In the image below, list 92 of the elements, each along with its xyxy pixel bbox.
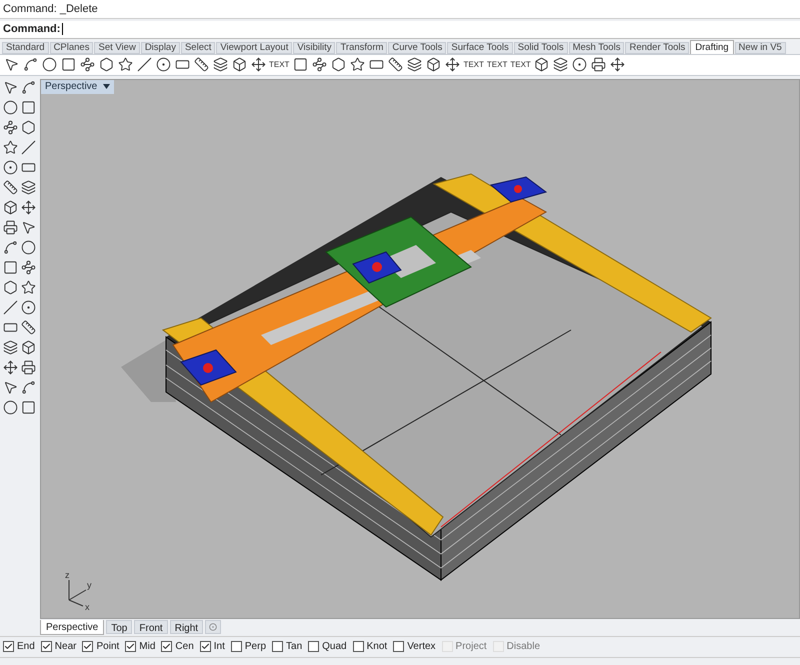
viewport-tab[interactable]: Front <box>134 620 168 634</box>
toolbar-tab[interactable]: Mesh Tools <box>568 42 624 54</box>
polyline-icon[interactable] <box>1 118 19 137</box>
viewport-tab[interactable]: Right <box>170 620 204 634</box>
osnap-label: Knot <box>366 640 388 654</box>
command-history: Command: _Delete <box>0 0 800 19</box>
osnap-label: Near <box>54 640 76 654</box>
viewport-name: Perspective <box>45 80 98 94</box>
move-icon[interactable] <box>1 358 19 377</box>
circle-icon[interactable] <box>1 398 19 417</box>
printer-icon[interactable] <box>590 56 608 74</box>
osnap-label: Project <box>456 640 487 654</box>
osnap-label: Cen <box>175 640 194 654</box>
toolbar-tab[interactable]: Solid Tools <box>514 42 568 54</box>
polyline-icon[interactable] <box>19 258 37 277</box>
command-prompt: Command: <box>3 22 60 38</box>
move-icon[interactable] <box>19 198 37 217</box>
ruler-icon[interactable] <box>192 56 210 74</box>
toolbar-tab[interactable]: Drafting <box>690 40 734 54</box>
layers-icon[interactable] <box>1 338 19 357</box>
layers-icon[interactable] <box>211 56 229 74</box>
move-icon[interactable] <box>608 56 627 74</box>
osnap-checkbox[interactable] <box>3 641 14 652</box>
center-circle-icon[interactable] <box>1 158 19 177</box>
line-icon[interactable] <box>19 138 37 157</box>
osnap-label: Vertex <box>407 640 436 654</box>
osnap-checkbox[interactable] <box>40 641 52 652</box>
circle-icon[interactable] <box>40 56 58 74</box>
viewport-title[interactable]: Perspective <box>41 80 114 94</box>
text-tool-button[interactable]: TEXT <box>486 56 508 74</box>
toolbar-tab[interactable]: Visibility <box>293 42 336 54</box>
polyline-icon[interactable] <box>78 56 96 74</box>
layers-icon[interactable] <box>19 178 37 197</box>
osnap-checkbox[interactable] <box>393 641 404 652</box>
osnap-label: Int <box>214 640 225 654</box>
text-tool-button[interactable]: TEXT <box>268 56 290 74</box>
center-circle-icon[interactable] <box>19 298 37 317</box>
toolbar-tab[interactable]: Select <box>180 42 216 54</box>
layers-icon[interactable] <box>552 56 570 74</box>
add-viewport-icon[interactable] <box>205 620 222 634</box>
text-cursor <box>62 23 64 36</box>
osnap-label: Point <box>96 640 120 654</box>
osnap-checkbox[interactable] <box>308 641 320 652</box>
osnap-checkbox[interactable] <box>161 641 172 652</box>
ruler-icon[interactable] <box>386 56 404 74</box>
move-icon[interactable] <box>443 56 462 74</box>
toolbar-tab[interactable]: Set View <box>94 42 140 54</box>
dropdown-icon[interactable] <box>103 84 110 90</box>
line-icon[interactable] <box>135 56 153 74</box>
axis-label: y <box>87 580 92 590</box>
osnap-checkbox[interactable] <box>272 641 284 652</box>
move-icon[interactable] <box>249 56 267 74</box>
axis-label: z <box>65 570 70 580</box>
axis-label: x <box>85 602 90 612</box>
line-icon[interactable] <box>1 298 19 317</box>
text-tool-button[interactable]: TEXT <box>509 56 532 74</box>
toolbar-tab[interactable]: Display <box>140 42 180 54</box>
toolbar-tab[interactable]: Render Tools <box>625 42 690 54</box>
axis-icon <box>68 579 86 606</box>
viewport-tab[interactable]: Top <box>106 620 132 634</box>
toolbar-tab[interactable]: Viewport Layout <box>216 42 292 54</box>
osnap-label: Perp <box>244 640 266 654</box>
toolbar-tab[interactable]: Surface Tools <box>447 42 513 54</box>
viewport[interactable]: Perspective z y x <box>40 78 800 619</box>
toolbar-tab[interactable]: New in V5 <box>734 42 786 54</box>
circle-icon[interactable] <box>19 238 37 257</box>
osnap-checkbox[interactable] <box>82 641 94 652</box>
circle-icon[interactable] <box>1 98 19 117</box>
command-line-field[interactable]: Command: <box>0 20 800 40</box>
osnap-checkbox[interactable] <box>200 641 211 652</box>
toolbar-tab[interactable]: CPlanes <box>50 42 94 54</box>
osnap-label: Mid <box>139 640 156 654</box>
toolbar-tab[interactable]: Curve Tools <box>388 42 446 54</box>
viewport-tab[interactable]: Perspective <box>40 620 104 635</box>
text-tool-button[interactable]: TEXT <box>462 56 485 74</box>
center-circle-icon[interactable] <box>154 56 172 74</box>
osnap-label: End <box>17 640 35 654</box>
toolbar-tab[interactable]: Transform <box>336 42 388 54</box>
ruler-icon[interactable] <box>1 178 19 197</box>
toolbar-tab[interactable]: Standard <box>2 42 49 54</box>
osnap-label: Quad <box>322 640 347 654</box>
layers-icon[interactable] <box>405 56 424 74</box>
osnap-checkbox[interactable] <box>230 641 242 652</box>
printer-icon[interactable] <box>1 218 19 237</box>
osnap-label: Disable <box>506 640 540 654</box>
osnap-checkbox[interactable] <box>125 641 136 652</box>
osnap-checkbox[interactable] <box>352 641 364 652</box>
printer-icon[interactable] <box>19 358 37 377</box>
polyline-icon[interactable] <box>310 56 328 74</box>
center-circle-icon[interactable] <box>570 56 589 74</box>
osnap-label: Tan <box>286 640 302 654</box>
ruler-icon[interactable] <box>19 318 37 337</box>
